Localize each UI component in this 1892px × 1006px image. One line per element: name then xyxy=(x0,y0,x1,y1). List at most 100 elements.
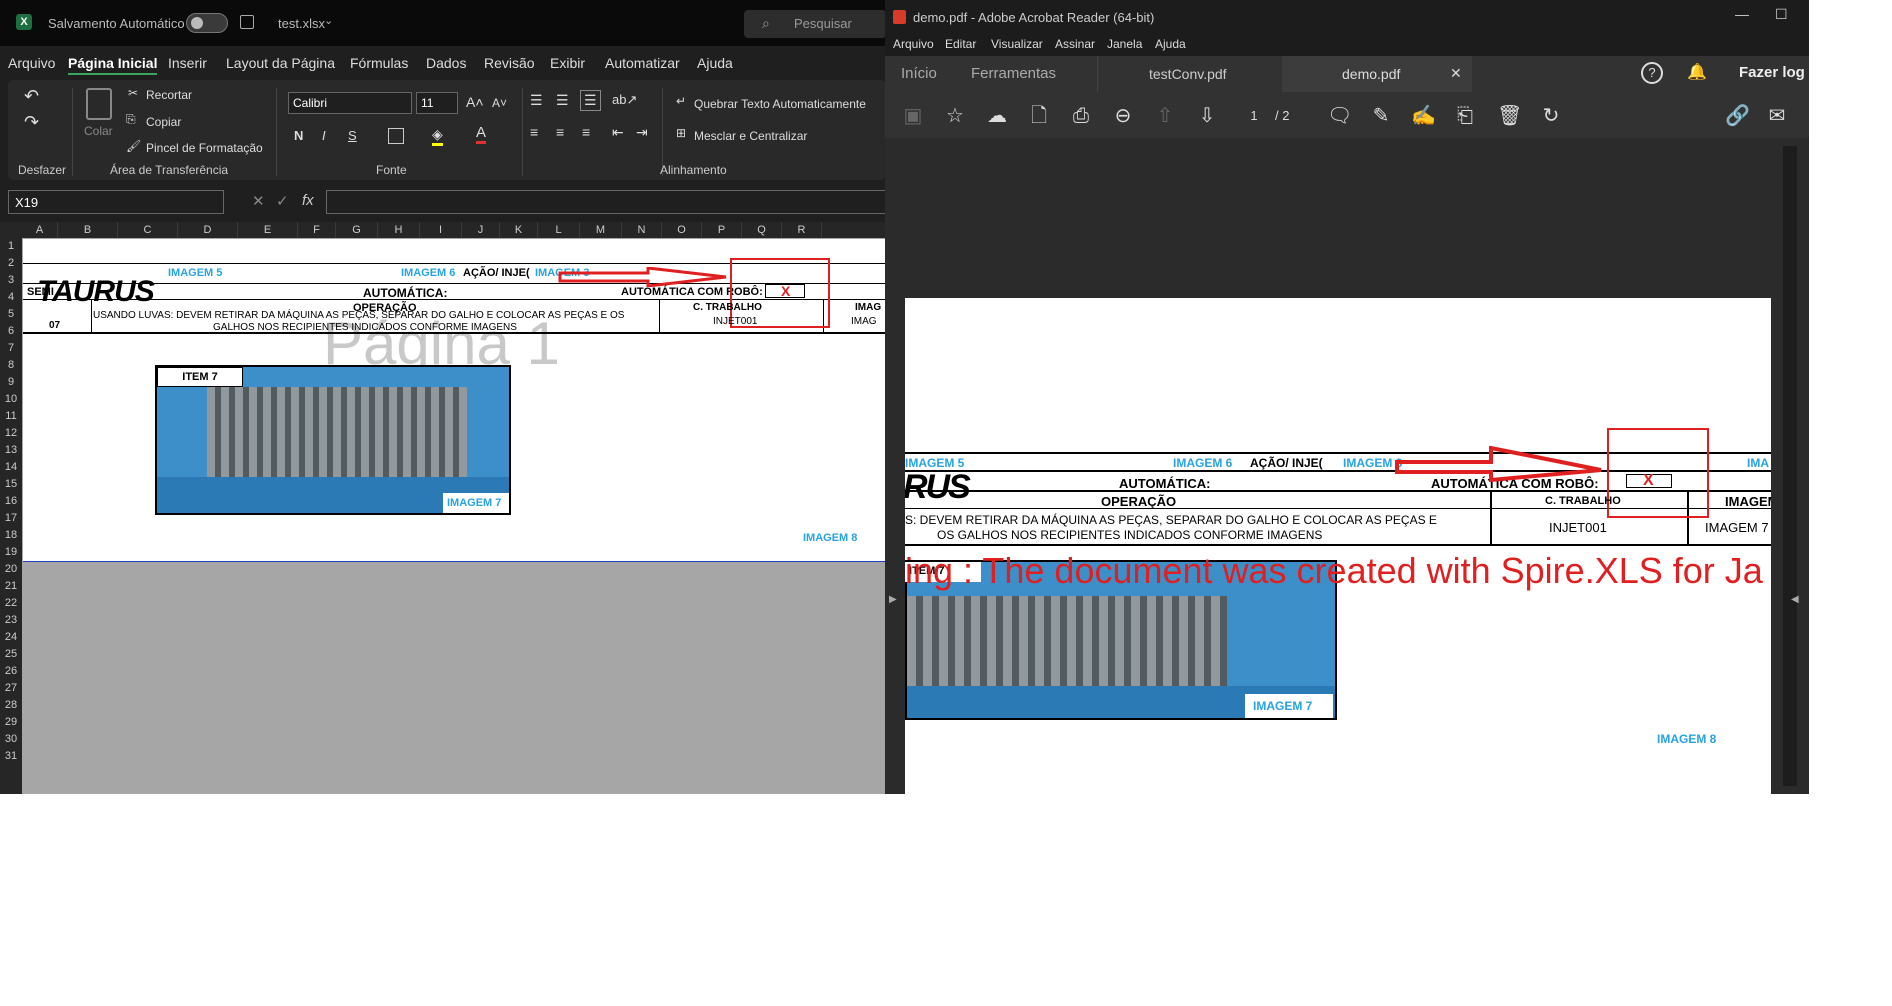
align-middle-icon[interactable]: ☰ xyxy=(556,92,569,109)
col-header[interactable]: A xyxy=(22,222,58,238)
star-icon[interactable]: ☆ xyxy=(943,104,967,128)
right-panel-toggle-icon[interactable]: ◀ xyxy=(1791,594,1799,605)
indent-increase-icon[interactable]: ⇥ xyxy=(636,124,648,141)
close-tab-icon[interactable]: ✕ xyxy=(1450,65,1462,82)
row-header[interactable]: 13 xyxy=(0,442,22,459)
borders-icon[interactable] xyxy=(388,128,404,144)
row-header[interactable]: 19 xyxy=(0,544,22,561)
print-icon[interactable]: ⎙ xyxy=(1069,104,1093,128)
acro-menu-ajuda[interactable]: Ajuda xyxy=(1155,37,1186,51)
fill-color-icon[interactable]: ◈ xyxy=(432,126,443,146)
row-header[interactable]: 12 xyxy=(0,425,22,442)
orientation-icon[interactable]: ab↗ xyxy=(612,92,637,108)
bell-icon[interactable]: 🔔 xyxy=(1687,62,1707,82)
row-header[interactable]: 26 xyxy=(0,663,22,680)
acro-menu-arquivo[interactable]: Arquivo xyxy=(893,37,934,51)
row-header[interactable]: 8 xyxy=(0,357,22,374)
format-painter-button[interactable]: Pincel de Formatação xyxy=(146,141,263,155)
row-header[interactable]: 28 xyxy=(0,697,22,714)
function-icon[interactable]: fx xyxy=(302,192,314,209)
col-header[interactable]: R xyxy=(782,222,822,238)
col-header[interactable]: O xyxy=(662,222,702,238)
row-header[interactable]: 5 xyxy=(0,306,22,323)
vertical-scrollbar[interactable] xyxy=(1771,140,1809,794)
row-header[interactable]: 16 xyxy=(0,493,22,510)
align-right-icon[interactable]: ≡ xyxy=(582,124,590,140)
font-size-select[interactable]: 11 xyxy=(416,92,458,114)
draw-icon[interactable]: ✍ xyxy=(1411,104,1436,128)
col-header[interactable]: N xyxy=(622,222,662,238)
row-header[interactable]: 25 xyxy=(0,646,22,663)
rotate-icon[interactable]: ↻ xyxy=(1539,104,1563,128)
row-header[interactable]: 31 xyxy=(0,748,22,765)
save-icon[interactable] xyxy=(240,15,254,29)
row-header[interactable]: 6 xyxy=(0,323,22,340)
login-button[interactable]: Fazer log xyxy=(1739,64,1805,81)
upload-cloud-icon[interactable]: ☁ xyxy=(985,104,1009,128)
mail-icon[interactable]: ✉ xyxy=(1765,104,1789,128)
wrap-text-button[interactable]: Quebrar Texto Automaticamente xyxy=(694,97,866,111)
formula-input[interactable] xyxy=(326,190,886,214)
menu-pagina-inicial[interactable]: Página Inicial xyxy=(68,55,158,75)
row-header[interactable]: 23 xyxy=(0,612,22,629)
menu-formulas[interactable]: Fórmulas xyxy=(350,55,408,71)
copy-button[interactable]: Copiar xyxy=(146,115,181,129)
name-box[interactable]: X19 xyxy=(8,190,224,214)
underline-button[interactable]: S xyxy=(348,128,357,143)
font-name-select[interactable]: Calibri xyxy=(288,92,412,114)
acro-menu-visualizar[interactable]: Visualizar xyxy=(991,37,1043,51)
col-header[interactable]: H xyxy=(378,222,420,238)
stamp-icon[interactable]: ⎗ xyxy=(1453,104,1477,128)
col-header[interactable]: B xyxy=(58,222,118,238)
help-icon[interactable]: ? xyxy=(1641,62,1663,84)
maximize-icon[interactable]: ☐ xyxy=(1775,6,1788,23)
paste-label[interactable]: Colar xyxy=(84,124,113,138)
menu-automatizar[interactable]: Automatizar xyxy=(605,55,680,71)
acro-menu-janela[interactable]: Janela xyxy=(1107,37,1142,51)
row-header[interactable]: 27 xyxy=(0,680,22,697)
autosave-toggle[interactable] xyxy=(186,13,228,33)
comment-icon[interactable]: 🗨 xyxy=(1327,104,1352,128)
minimize-icon[interactable]: — xyxy=(1735,6,1749,22)
cancel-icon[interactable]: ✕ xyxy=(252,192,265,210)
tab-inicio[interactable]: Início xyxy=(901,65,937,82)
align-center-icon[interactable]: ≡ xyxy=(556,124,564,140)
chevron-down-icon[interactable]: ⌄ xyxy=(324,14,333,27)
col-header[interactable]: D xyxy=(178,222,238,238)
tab-demo-active[interactable]: demo.pdf ✕ xyxy=(1282,56,1472,92)
paste-icon[interactable] xyxy=(86,88,112,120)
row-header[interactable]: 1 xyxy=(0,238,22,255)
row-header[interactable]: 18 xyxy=(0,527,22,544)
shrink-font-icon[interactable]: A˅ xyxy=(492,96,507,110)
indent-decrease-icon[interactable]: ⇤ xyxy=(612,124,624,141)
col-header[interactable]: J xyxy=(462,222,500,238)
menu-arquivo[interactable]: Arquivo xyxy=(8,55,55,71)
row-header[interactable]: 4 xyxy=(0,289,22,306)
grow-font-icon[interactable]: A˄ xyxy=(466,94,484,110)
italic-button[interactable]: I xyxy=(322,128,326,143)
row-header[interactable]: 29 xyxy=(0,714,22,731)
row-header[interactable]: 24 xyxy=(0,629,22,646)
row-header[interactable]: 17 xyxy=(0,510,22,527)
acro-menu-editar[interactable]: Editar xyxy=(945,37,976,51)
row-header[interactable]: 11 xyxy=(0,408,22,425)
confirm-icon[interactable]: ✓ xyxy=(276,192,289,210)
col-header[interactable]: K xyxy=(500,222,538,238)
menu-inserir[interactable]: Inserir xyxy=(168,55,207,71)
row-header[interactable]: 21 xyxy=(0,578,22,595)
align-bottom-icon[interactable]: ☰ xyxy=(580,90,601,111)
bold-button[interactable]: N xyxy=(294,128,303,143)
left-panel-toggle-icon[interactable]: ▶ xyxy=(889,594,897,605)
file-name[interactable]: test.xlsx xyxy=(278,16,325,31)
row-header[interactable]: 30 xyxy=(0,731,22,748)
delete-icon[interactable]: 🗑 xyxy=(1497,104,1522,128)
col-header[interactable]: L xyxy=(538,222,580,238)
file-search-icon[interactable]: 🗋 xyxy=(1027,104,1051,128)
col-header[interactable]: C xyxy=(118,222,178,238)
page-up-icon[interactable]: ⇧ xyxy=(1153,104,1177,128)
tab-ferramentas[interactable]: Ferramentas xyxy=(971,65,1056,82)
row-header[interactable]: 20 xyxy=(0,561,22,578)
page-down-icon[interactable]: ⇩ xyxy=(1195,104,1219,128)
zoom-out-icon[interactable]: ⊖ xyxy=(1111,104,1135,128)
col-header[interactable]: G xyxy=(336,222,378,238)
